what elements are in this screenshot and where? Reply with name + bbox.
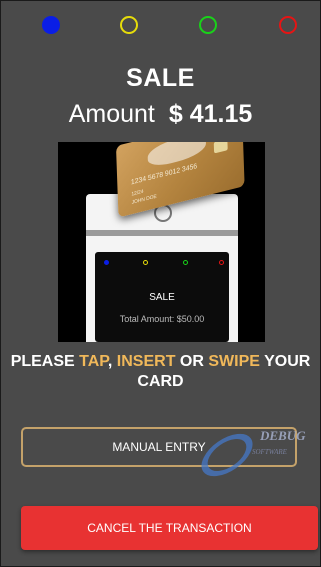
card-number: 1234 5678 9012 3456 xyxy=(130,162,198,187)
card-chip-icon xyxy=(213,142,228,154)
manual-entry-button[interactable]: MANUAL ENTRY xyxy=(21,427,297,467)
terminal-green-dot xyxy=(183,260,188,265)
terminal-yellow-dot xyxy=(143,260,148,265)
prompt-tap: TAP xyxy=(79,353,108,370)
card-prompt: PLEASE TAP, INSERT OR SWIPE YOUR CARD xyxy=(0,352,321,392)
terminal-screen-title: SALE xyxy=(149,292,175,303)
page-title: SALE xyxy=(126,64,195,92)
terminal-card-slot xyxy=(86,230,238,236)
prompt-insert: INSERT xyxy=(116,353,176,370)
prompt-text: PLEASE xyxy=(10,353,80,370)
prompt-swipe: SWIPE xyxy=(208,353,260,370)
prompt-sep: , xyxy=(107,353,117,370)
green-status-dot xyxy=(199,16,217,34)
prompt-sep: OR xyxy=(175,353,209,370)
world-map-icon xyxy=(147,142,207,169)
terminal-blue-dot xyxy=(104,260,109,265)
yellow-status-dot xyxy=(120,16,138,34)
status-indicator-row xyxy=(0,16,321,40)
cancel-transaction-button[interactable]: CANCEL THE TRANSACTION xyxy=(21,506,318,550)
payment-terminal-illustration: SALE Total Amount: $50.00 1234 5678 9012… xyxy=(58,142,265,342)
amount-value: $ 41.15 xyxy=(168,100,253,128)
terminal-red-dot xyxy=(219,260,224,265)
terminal-screen: SALE Total Amount: $50.00 xyxy=(95,252,229,342)
blue-status-dot xyxy=(42,16,60,34)
amount-label: Amount xyxy=(68,100,155,128)
terminal-screen-amount: Total Amount: $50.00 xyxy=(119,314,205,324)
amount-row: Amount $ 41.15 xyxy=(0,100,321,129)
red-status-dot xyxy=(279,16,297,34)
